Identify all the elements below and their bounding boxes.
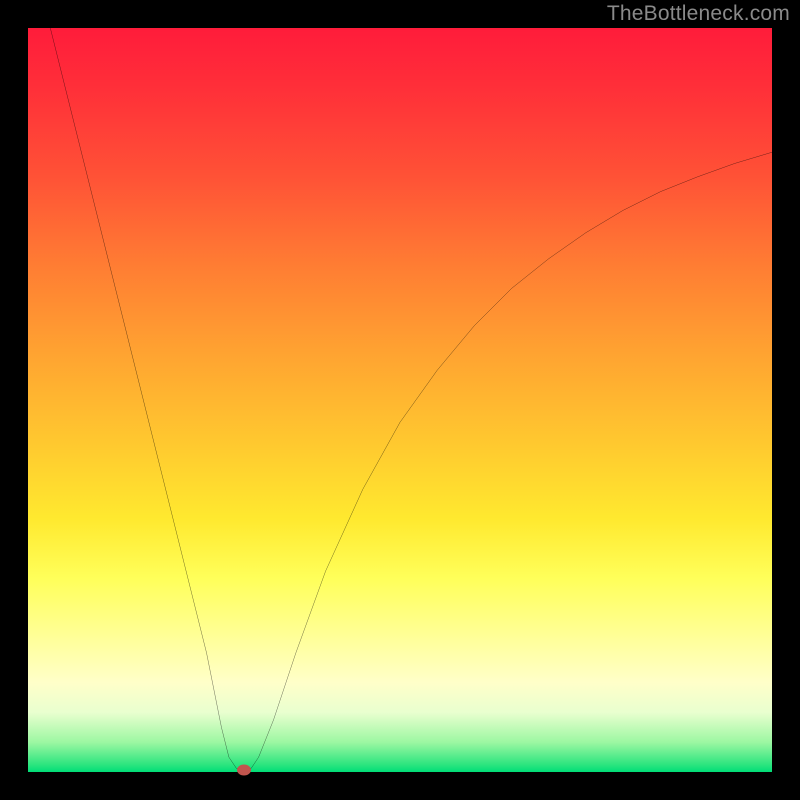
- optimal-point-marker: [237, 764, 251, 775]
- chart-frame: TheBottleneck.com: [0, 0, 800, 800]
- bottleneck-curve-svg: [28, 28, 772, 772]
- watermark-text: TheBottleneck.com: [607, 2, 790, 26]
- bottleneck-curve-path: [50, 28, 772, 770]
